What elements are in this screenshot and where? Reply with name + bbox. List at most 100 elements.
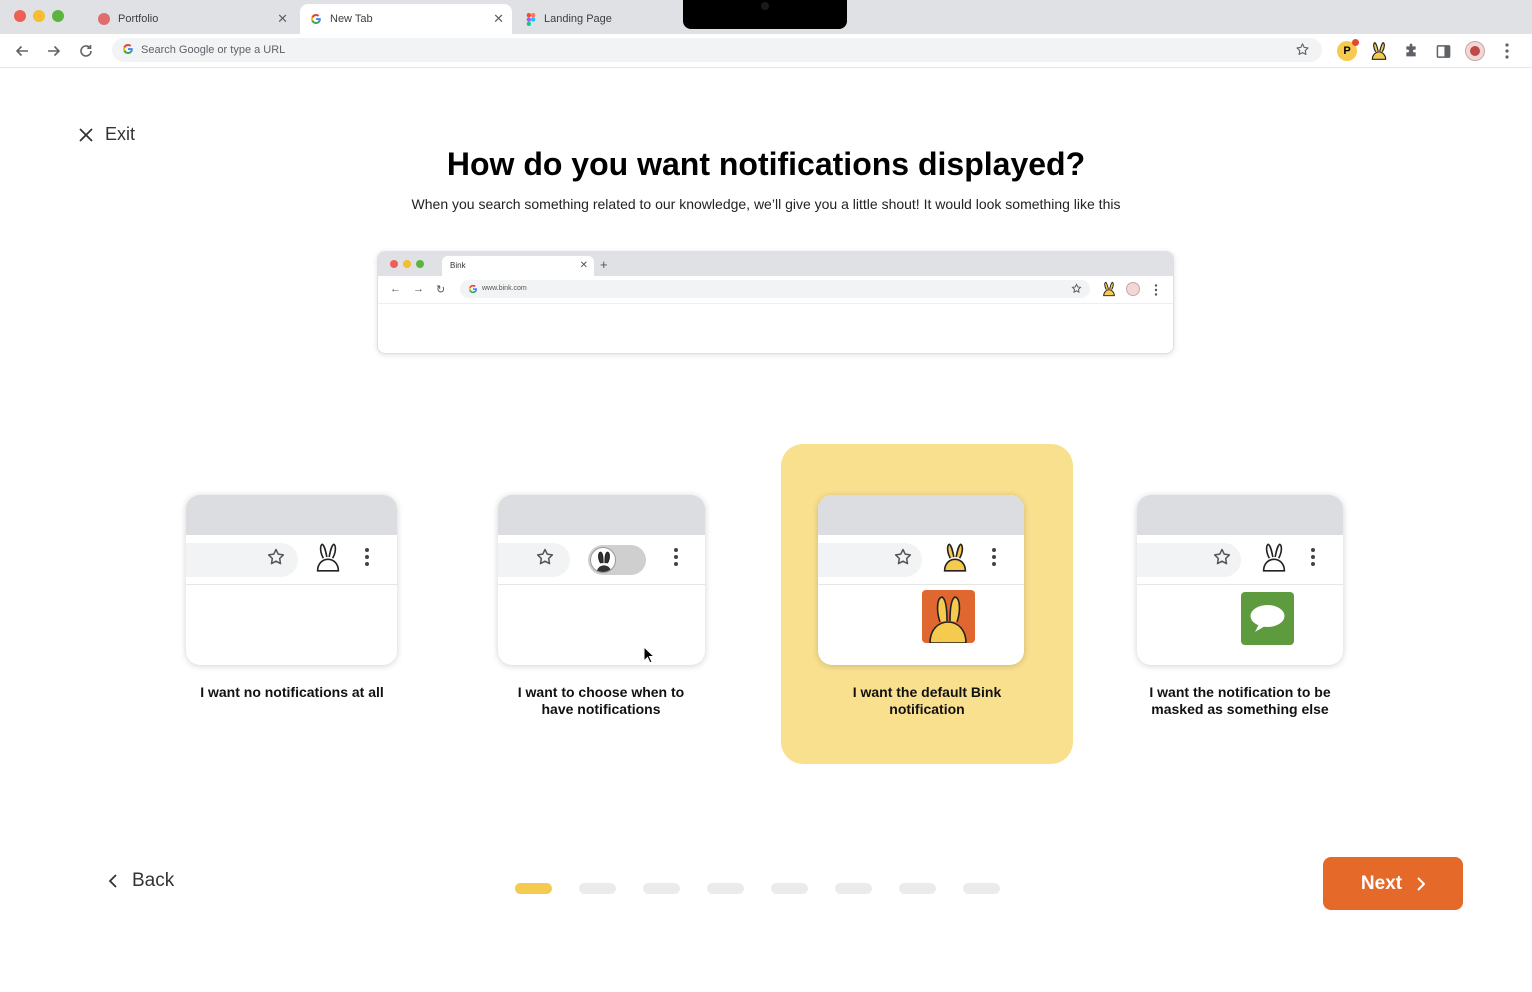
tab-landing-page[interactable]: Landing Page — [516, 4, 682, 34]
forward-nav-button[interactable] — [43, 40, 65, 62]
close-tab-icon[interactable]: ✕ — [277, 12, 288, 26]
page-subtitle: When you search something related to our… — [411, 196, 1121, 212]
toggle-knob — [590, 547, 616, 573]
account-avatar-button[interactable] — [1464, 40, 1486, 62]
reload-icon: ↻ — [436, 284, 446, 296]
mock-toolbar — [186, 535, 397, 585]
progress-step-6 — [835, 883, 872, 894]
option-label: I want no notifications at all — [200, 684, 384, 700]
close-tab-icon[interactable]: ✕ — [493, 12, 504, 26]
bink-bunny-icon — [1101, 281, 1117, 302]
notification-preview: Bink ✕ + ← → ↻ www.bink.com — [377, 251, 1174, 354]
close-window-button[interactable] — [14, 10, 26, 22]
tab-portfolio[interactable]: Portfolio ✕ — [88, 4, 296, 34]
bookmark-star-icon[interactable] — [1295, 42, 1310, 60]
profile-extension-button[interactable]: P — [1336, 39, 1359, 62]
star-icon — [894, 548, 912, 565]
tab-strip: Portfolio ✕ New Tab ✕ Landing Page — [0, 0, 1532, 34]
extensions-button[interactable] — [1400, 40, 1422, 62]
bunny-outline-icon — [316, 543, 340, 572]
browser-window: Portfolio ✕ New Tab ✕ Landing Page Searc… — [0, 0, 1532, 992]
notification-dot — [1352, 39, 1359, 46]
tab-title: Portfolio — [118, 13, 159, 25]
preview-url: www.bink.com — [482, 285, 527, 292]
next-button[interactable]: Next — [1323, 857, 1463, 910]
bookmark-star-icon — [1071, 283, 1082, 296]
avatar-image — [1470, 46, 1480, 56]
mock-toolbar — [498, 535, 705, 585]
kebab-menu-icon — [1154, 283, 1158, 301]
profile-initial: P — [1343, 45, 1351, 57]
notification-toggle — [588, 545, 646, 575]
window-controls — [14, 10, 64, 22]
star-icon — [1213, 548, 1231, 565]
star-icon — [267, 548, 285, 565]
progress-step-5 — [771, 883, 808, 894]
bink-bunny-icon — [943, 543, 967, 572]
option-mock-browser — [818, 495, 1024, 665]
option-mock-browser — [186, 495, 397, 665]
google-icon — [122, 43, 134, 58]
option-masked[interactable]: I want the notification to be masked as … — [1094, 444, 1386, 764]
option-mock-browser — [1137, 495, 1343, 665]
bunny-icon — [596, 551, 612, 572]
arrow-left-icon: ← — [390, 283, 401, 295]
progress-step-7 — [899, 883, 936, 894]
back-label: Back — [132, 870, 175, 891]
option-label: I want the notification to be masked as … — [1149, 684, 1331, 717]
arrow-left-icon — [15, 45, 28, 57]
kebab-menu-icon — [674, 548, 678, 566]
google-icon — [468, 284, 478, 296]
mock-tab-strip — [498, 495, 705, 535]
arrow-right-icon — [48, 45, 61, 57]
progress-indicator — [515, 883, 1000, 894]
kebab-menu-icon — [1505, 43, 1509, 59]
preview-address-bar: www.bink.com — [460, 280, 1090, 298]
chevron-left-icon — [108, 874, 117, 888]
option-choose-when[interactable]: I want to choose when to have notificati… — [455, 444, 747, 764]
preview-tab-strip: Bink ✕ + — [378, 252, 1173, 276]
progress-step-2 — [579, 883, 616, 894]
option-no-notifications[interactable]: I want no notifications at all — [146, 444, 438, 764]
portfolio-favicon-icon — [98, 13, 110, 25]
close-icon — [79, 127, 93, 142]
progress-step-8 — [963, 883, 1000, 894]
preview-tab: Bink ✕ — [442, 256, 594, 276]
camera-notch — [683, 0, 847, 29]
bink-extension-button[interactable] — [1368, 40, 1390, 62]
figma-favicon-icon — [526, 12, 536, 26]
camera-icon — [761, 2, 769, 10]
tab-title: New Tab — [330, 13, 373, 25]
back-nav-button[interactable] — [11, 40, 33, 62]
bunny-outline-icon — [1262, 543, 1286, 572]
next-label: Next — [1360, 872, 1403, 894]
arrow-right-icon: → — [413, 283, 424, 295]
option-default-bink[interactable]: I want the default Bink notification — [781, 444, 1073, 764]
preview-tab-title: Bink — [450, 261, 466, 270]
preview-toolbar: ← → ↻ www.bink.com — [378, 276, 1173, 304]
google-favicon-icon — [310, 13, 322, 25]
tab-new-tab[interactable]: New Tab ✕ — [300, 4, 512, 34]
browser-menu-button[interactable] — [1496, 40, 1518, 62]
back-button[interactable]: Back — [108, 870, 174, 892]
mock-tab-strip — [186, 495, 397, 535]
plus-icon: + — [600, 257, 608, 272]
star-icon — [536, 548, 554, 565]
progress-step-1 — [515, 883, 552, 894]
reload-button[interactable] — [75, 40, 97, 62]
exit-button[interactable]: Exit — [79, 124, 135, 145]
address-bar[interactable]: Search Google or type a URL — [112, 38, 1322, 62]
mock-address-bar — [498, 543, 570, 577]
mock-tab-strip — [818, 495, 1024, 535]
zoom-window-button[interactable] — [52, 10, 64, 22]
mock-tab-strip — [1137, 495, 1343, 535]
preview-window-controls — [390, 260, 424, 268]
side-panel-icon — [1436, 44, 1450, 58]
side-panel-button[interactable] — [1432, 40, 1454, 62]
mock-toolbar — [1137, 535, 1343, 585]
avatar — [1465, 41, 1485, 61]
minimize-window-button[interactable] — [33, 10, 45, 22]
mock-toolbar — [818, 535, 1024, 585]
puzzle-icon — [1406, 43, 1416, 57]
reload-icon — [80, 45, 92, 57]
